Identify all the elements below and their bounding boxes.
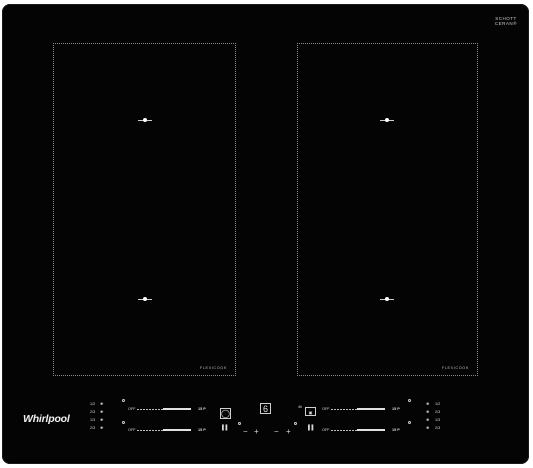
lock-icon: ▣: [308, 410, 313, 415]
minus-button-left[interactable]: −: [243, 428, 248, 436]
right-status-3: 1/3: [435, 418, 441, 422]
timer-icon: ◯: [221, 409, 230, 418]
left-top-off-label: OFF: [128, 407, 136, 411]
left-pause-icon: ▌▌: [222, 425, 230, 431]
plus-button-left[interactable]: +: [254, 428, 259, 436]
left-bottom-max-label: 15 P: [198, 428, 206, 432]
left-status-3: 1/3: [90, 418, 96, 422]
power-level-icon: 6: [262, 404, 268, 414]
induction-hob-panel: SCHOTT CERAN® FLEXICOOK FLEXICOOK Whirlp…: [2, 4, 529, 464]
left-bottom-indicator-dot: [122, 421, 125, 424]
right-bottom-power-slider[interactable]: OFF 15 P: [322, 428, 404, 433]
minus-button-right[interactable]: −: [274, 428, 279, 436]
right-status-2: 2/3: [435, 410, 441, 414]
left-top-zone-marker: [138, 118, 152, 122]
timer-button[interactable]: ◯: [220, 408, 231, 419]
power-level-button[interactable]: 6: [260, 403, 271, 414]
left-top-slider-indicator: [163, 408, 191, 410]
left-status-1: 1/2: [90, 402, 96, 406]
ceran-label: CERAN®: [494, 21, 517, 26]
left-flower-icon-2: ❀: [100, 410, 104, 414]
right-bottom-slider-indicator: [357, 429, 385, 431]
left-top-max-label: 15 P: [198, 407, 206, 411]
right-status-4: 2/3: [435, 426, 441, 430]
lock-label: 4h: [298, 405, 303, 409]
left-top-power-slider[interactable]: OFF 15 P: [128, 407, 210, 412]
right-cooking-zone: FLEXICOOK: [297, 43, 478, 376]
left-bottom-off-label: OFF: [128, 428, 136, 432]
left-bottom-slider-indicator: [163, 429, 191, 431]
left-bottom-zone-marker: [138, 297, 152, 301]
right-flower-icon-3: ❀: [426, 418, 430, 422]
right-top-indicator-dot: [408, 399, 411, 402]
plus-button-right[interactable]: +: [286, 428, 291, 436]
right-pause-icon: ▌▌: [308, 425, 316, 431]
left-bottom-power-slider[interactable]: OFF 15 P: [128, 428, 210, 433]
right-bottom-indicator-dot: [408, 421, 411, 424]
right-top-slider-indicator: [357, 408, 385, 410]
left-flower-icon-4: ❀: [100, 426, 104, 430]
right-status-1: 1/2: [435, 402, 441, 406]
left-status-4: 2/3: [90, 426, 96, 430]
right-flower-icon-4: ❀: [426, 426, 430, 430]
left-cooking-zone: FLEXICOOK: [53, 43, 236, 376]
right-bottom-zone-marker: [380, 297, 394, 301]
left-flower-icon-1: ❀: [100, 402, 104, 406]
left-top-indicator-dot: [122, 399, 125, 402]
timer-right-dot: [294, 422, 297, 425]
right-top-zone-marker: [380, 118, 394, 122]
left-flower-icon-3: ❀: [100, 418, 104, 422]
right-flower-icon-1: ❀: [426, 402, 430, 406]
timer-left-dot: [238, 422, 241, 425]
right-flower-icon-2: ❀: [426, 410, 430, 414]
brand-logo: Whirlpool: [23, 413, 70, 425]
right-top-max-label: 15 P: [392, 407, 400, 411]
right-top-off-label: OFF: [322, 407, 330, 411]
left-zone-label: FLEXICOOK: [199, 366, 227, 370]
lock-button[interactable]: ▣: [305, 407, 316, 416]
right-top-power-slider[interactable]: OFF 15 P: [322, 407, 404, 412]
right-bottom-max-label: 15 P: [392, 428, 400, 432]
left-status-2: 2/3: [90, 410, 96, 414]
schott-ceran-logo: SCHOTT CERAN®: [495, 16, 517, 26]
right-zone-label: FLEXICOOK: [441, 366, 469, 370]
right-bottom-off-label: OFF: [322, 428, 330, 432]
